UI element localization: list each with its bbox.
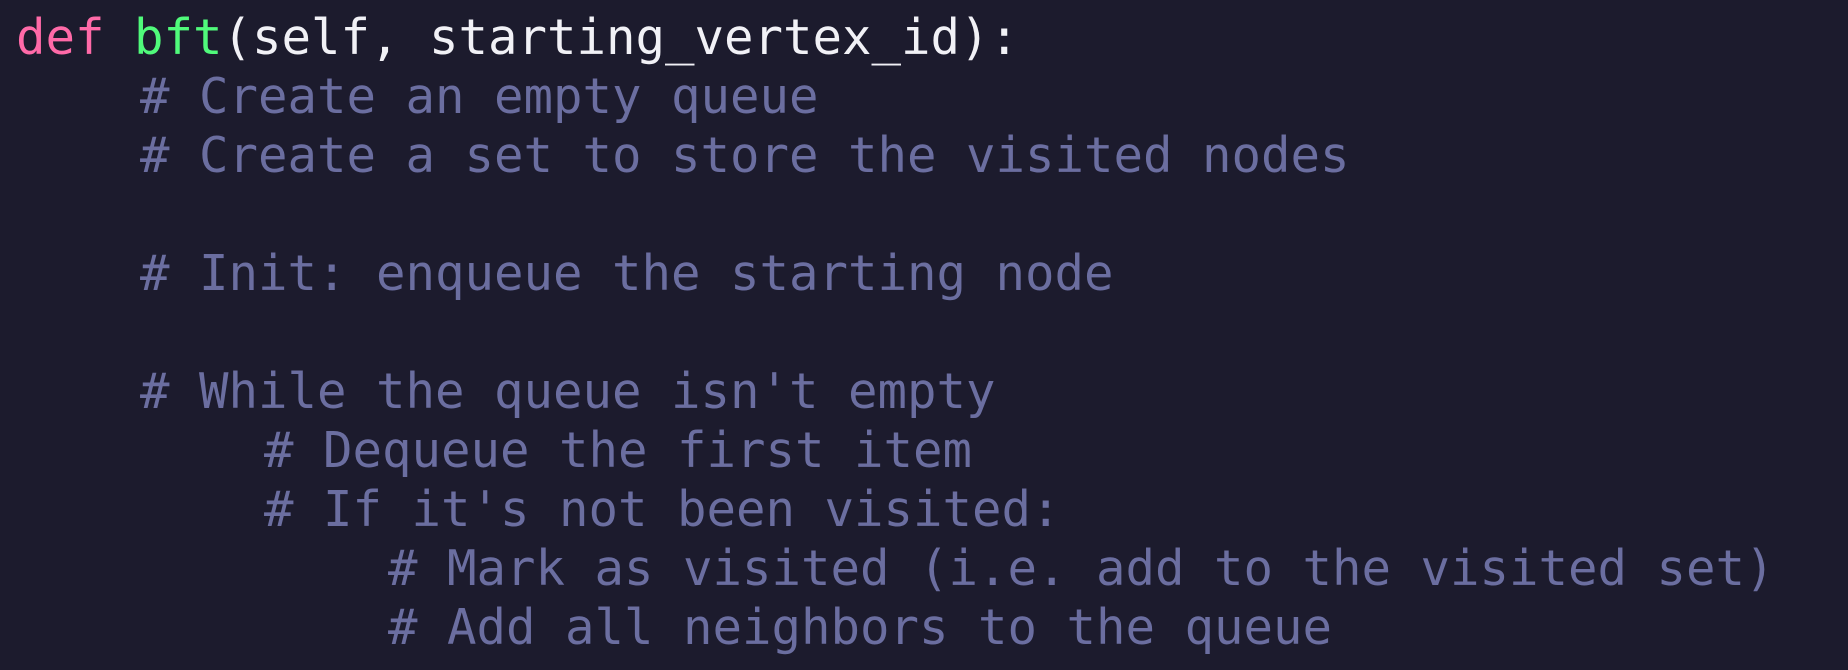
code-line-def: def bft(self, starting_vertex_id): [16, 8, 1848, 67]
comment-init-enqueue: # Init: enqueue the starting node [140, 245, 1114, 302]
def-keyword: def [16, 9, 105, 66]
comment-create-queue: # Create an empty queue [140, 68, 819, 125]
function-signature: (self, starting_vertex_id): [222, 9, 1020, 66]
comment-create-set: # Create a set to store the visited node… [140, 127, 1350, 184]
comment-if-not-visited: # If it's not been visited: [264, 481, 1061, 538]
code-editor: def bft(self, starting_vertex_id): # Cre… [0, 0, 1848, 670]
comment-add-neighbors: # Add all neighbors to the queue [388, 599, 1333, 656]
comment-mark-visited: # Mark as visited (i.e. add to the visit… [388, 540, 1775, 597]
comment-while-loop: # While the queue isn't empty [140, 363, 996, 420]
function-name: bft [134, 9, 223, 66]
comment-dequeue: # Dequeue the first item [264, 422, 973, 479]
